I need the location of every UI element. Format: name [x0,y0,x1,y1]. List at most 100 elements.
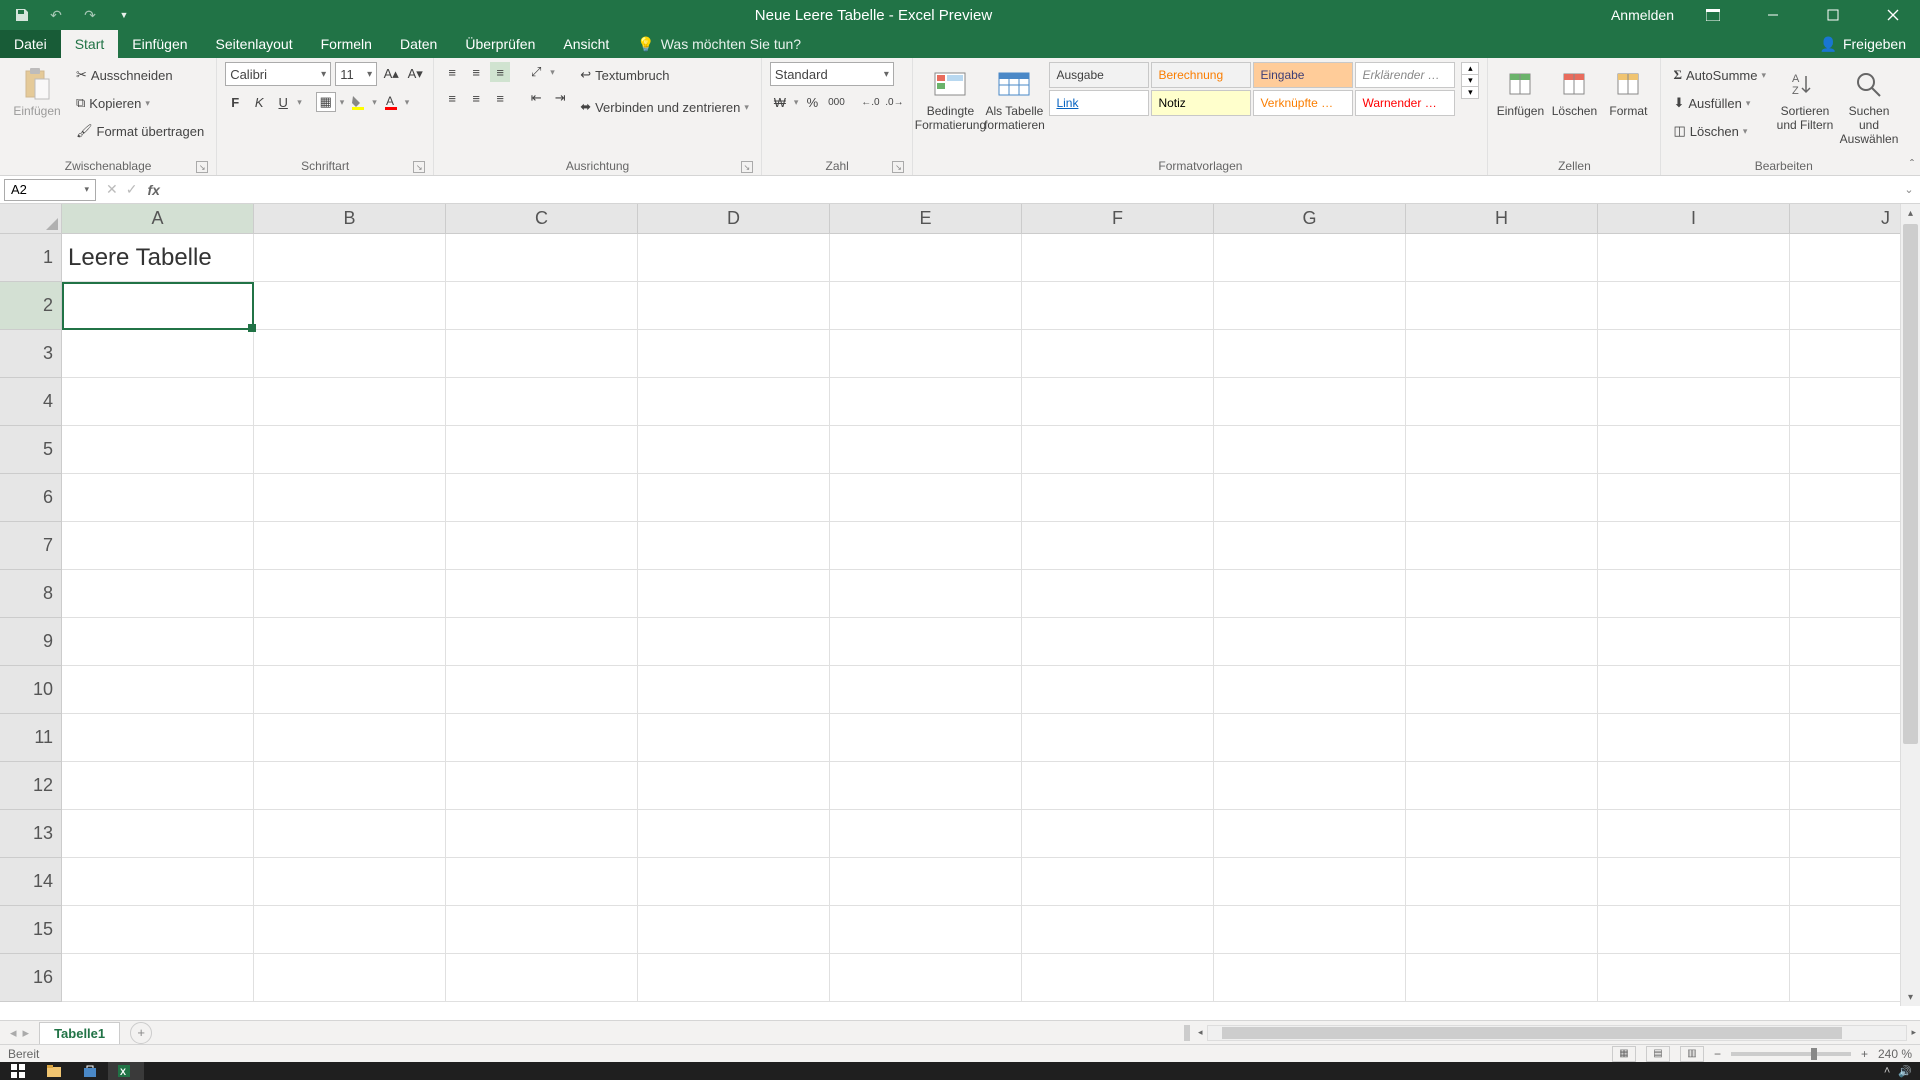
cell-H3[interactable] [1406,330,1598,378]
cell-B6[interactable] [254,474,446,522]
cell-D12[interactable] [638,762,830,810]
cell-A6[interactable] [62,474,254,522]
row-header-10[interactable]: 10 [0,666,62,714]
column-header-G[interactable]: G [1214,204,1406,234]
page-layout-view-icon[interactable]: ▤ [1646,1046,1670,1062]
cell-A2[interactable] [62,282,254,330]
scroll-up-icon[interactable]: ▴ [1901,204,1920,222]
cell-C5[interactable] [446,426,638,474]
cell-C13[interactable] [446,810,638,858]
row-header-12[interactable]: 12 [0,762,62,810]
cell-A11[interactable] [62,714,254,762]
hscroll-split[interactable] [1184,1025,1190,1041]
orientation-icon[interactable]: ⤢ [526,62,546,82]
normal-view-icon[interactable]: ▦ [1612,1046,1636,1062]
bold-button[interactable]: F [225,92,245,112]
align-top-icon[interactable]: ≡ [442,62,462,82]
cell-E1[interactable] [830,234,1022,282]
font-size-combo[interactable]: 11▾ [335,62,377,86]
cell-H14[interactable] [1406,858,1598,906]
cell-H16[interactable] [1406,954,1598,1002]
close-icon[interactable] [1872,0,1914,30]
font-dialog-launcher[interactable]: ↘ [413,161,425,173]
style-ausgabe[interactable]: Ausgabe [1049,62,1149,88]
cell-A12[interactable] [62,762,254,810]
cell-B11[interactable] [254,714,446,762]
cell-A10[interactable] [62,666,254,714]
ribbon-display-icon[interactable] [1692,0,1734,30]
cell-E13[interactable] [830,810,1022,858]
cell-C10[interactable] [446,666,638,714]
cell-D2[interactable] [638,282,830,330]
cell-G9[interactable] [1214,618,1406,666]
decrease-decimal-icon[interactable]: .0→ [884,92,904,112]
row-header-2[interactable]: 2 [0,282,62,330]
column-header-A[interactable]: A [62,204,254,234]
gallery-more-icon[interactable]: ▾ [1462,87,1478,98]
sheet-nav-prev-icon[interactable]: ◂ [10,1025,17,1041]
cell-C12[interactable] [446,762,638,810]
cell-C8[interactable] [446,570,638,618]
style-erklarend[interactable]: Erklärender … [1355,62,1455,88]
cell-D15[interactable] [638,906,830,954]
cell-B14[interactable] [254,858,446,906]
cell-I1[interactable] [1598,234,1790,282]
increase-indent-icon[interactable]: ⇥ [550,88,570,108]
cell-C14[interactable] [446,858,638,906]
cell-G2[interactable] [1214,282,1406,330]
vscroll-thumb[interactable] [1903,224,1918,744]
spreadsheet-grid[interactable]: ABCDEFGHIJ 12345678910111213141516 Leere… [0,204,1920,1006]
row-header-7[interactable]: 7 [0,522,62,570]
row-header-11[interactable]: 11 [0,714,62,762]
cell-G14[interactable] [1214,858,1406,906]
store-taskbar-icon[interactable] [72,1062,108,1080]
cell-C4[interactable] [446,378,638,426]
column-header-C[interactable]: C [446,204,638,234]
underline-button[interactable]: U [273,92,293,112]
cell-D3[interactable] [638,330,830,378]
cell-B7[interactable] [254,522,446,570]
cell-F5[interactable] [1022,426,1214,474]
tell-me-search[interactable]: 💡 Was möchten Sie tun? [623,30,815,58]
cell-G11[interactable] [1214,714,1406,762]
font-name-combo[interactable]: Calibri▾ [225,62,331,86]
cut-button[interactable]: ✂ Ausschneiden [72,62,208,88]
cell-H10[interactable] [1406,666,1598,714]
cell-B10[interactable] [254,666,446,714]
row-header-15[interactable]: 15 [0,906,62,954]
vertical-scrollbar[interactable]: ▴ ▾ [1900,204,1920,1006]
tab-home[interactable]: Start [61,30,119,58]
cell-E15[interactable] [830,906,1022,954]
decrease-indent-icon[interactable]: ⇤ [526,88,546,108]
cell-E3[interactable] [830,330,1022,378]
increase-font-icon[interactable]: A▴ [381,64,401,84]
row-header-5[interactable]: 5 [0,426,62,474]
cell-A7[interactable] [62,522,254,570]
cell-A15[interactable] [62,906,254,954]
tab-data[interactable]: Daten [386,30,451,58]
column-header-E[interactable]: E [830,204,1022,234]
excel-taskbar-icon[interactable]: X [108,1062,144,1080]
cell-E9[interactable] [830,618,1022,666]
align-bottom-icon[interactable]: ≡ [490,62,510,82]
cell-B4[interactable] [254,378,446,426]
cell-B5[interactable] [254,426,446,474]
minimize-icon[interactable] [1752,0,1794,30]
gallery-up-icon[interactable]: ▴ [1462,63,1478,75]
cell-F10[interactable] [1022,666,1214,714]
cell-F11[interactable] [1022,714,1214,762]
cell-B8[interactable] [254,570,446,618]
cell-I3[interactable] [1598,330,1790,378]
conditional-formatting-button[interactable]: Bedingte Formatierung [921,62,979,132]
cell-G15[interactable] [1214,906,1406,954]
start-button[interactable] [0,1062,36,1080]
share-button[interactable]: 👤 Freigeben [1806,30,1920,58]
cell-F8[interactable] [1022,570,1214,618]
column-header-F[interactable]: F [1022,204,1214,234]
cell-C6[interactable] [446,474,638,522]
cell-H1[interactable] [1406,234,1598,282]
cell-B15[interactable] [254,906,446,954]
cell-C9[interactable] [446,618,638,666]
collapse-ribbon-icon[interactable]: ˆ [1910,157,1914,171]
format-painter-button[interactable]: 🖌 Format übertragen [72,118,208,144]
